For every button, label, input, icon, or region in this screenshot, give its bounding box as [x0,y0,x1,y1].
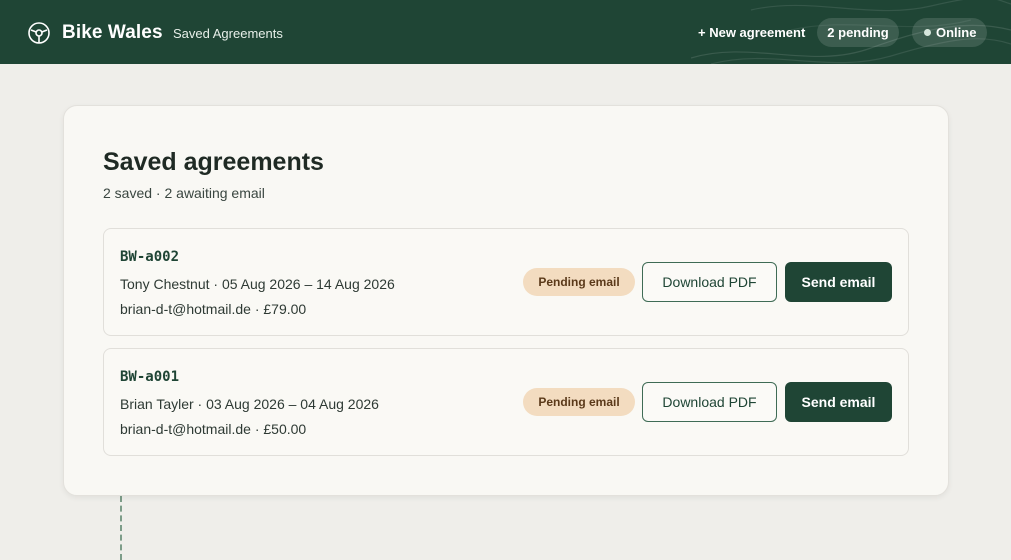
agreement-details: Brian Tayler · 03 Aug 2026 – 04 Aug 2026 [120,396,379,412]
dashed-divider [120,496,122,560]
status-badge: Pending email [523,268,635,296]
agreement-ref: BW-a002 [120,249,180,265]
online-dot-icon [924,29,931,36]
new-agreement-link[interactable]: + New agreement [698,25,805,40]
status-badge: Pending email [523,388,635,416]
download-pdf-button[interactable]: Download PDF [642,382,777,422]
brand-name: Bike Wales [62,22,163,43]
page-title: Saved agreements [103,148,324,176]
top-bar: Bike Wales Saved Agreements + New agreem… [0,0,1011,64]
agreement-ref: BW-a001 [120,369,180,385]
pending-count-badge[interactable]: 2 pending [817,18,899,47]
agreement-contact: brian-d-t@hotmail.de · £79.00 [120,301,307,317]
steering-wheel-icon [28,22,50,44]
agreement-row: BW-a001 Brian Tayler · 03 Aug 2026 – 04 … [103,348,909,456]
saved-agreements-card: Saved agreements 2 saved · 2 awaiting em… [63,105,949,496]
agreement-details: Tony Chestnut · 05 Aug 2026 – 14 Aug 202… [120,276,395,292]
send-email-button[interactable]: Send email [785,382,892,422]
agreement-contact: brian-d-t@hotmail.de · £50.00 [120,421,307,437]
online-status: Online [912,18,987,47]
page-subtitle: 2 saved · 2 awaiting email [103,185,265,201]
download-pdf-button[interactable]: Download PDF [642,262,777,302]
online-label: Online [936,25,977,40]
send-email-button[interactable]: Send email [785,262,892,302]
agreement-row: BW-a002 Tony Chestnut · 05 Aug 2026 – 14… [103,228,909,336]
brand-subtitle: Saved Agreements [173,26,283,41]
